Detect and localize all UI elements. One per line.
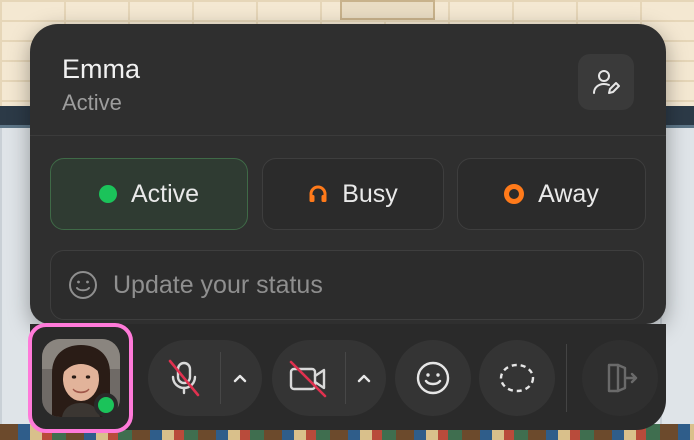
headphones-icon (309, 185, 327, 202)
dashed-circle-icon (499, 363, 535, 393)
edit-profile-button[interactable] (578, 54, 634, 110)
status-option-active[interactable]: Active (50, 158, 248, 230)
chevron-up-icon (233, 374, 247, 383)
green-dot-icon (98, 185, 117, 203)
status-input-placeholder: Update your status (113, 270, 323, 299)
camera-toggle-button[interactable] (282, 356, 334, 400)
chevron-up-icon (357, 374, 371, 383)
toolbar-divider (566, 344, 567, 412)
leave-button[interactable] (582, 340, 658, 416)
camera-off-icon (289, 360, 327, 398)
panel-header: Emma Active (30, 24, 666, 136)
status-option-busy[interactable]: Busy (262, 158, 444, 230)
screen-share-button[interactable] (479, 340, 555, 416)
status-options: Active Busy Away (50, 158, 646, 230)
orange-ring-icon (504, 184, 525, 204)
status-option-away[interactable]: Away (457, 158, 646, 230)
status-option-label: Busy (342, 179, 398, 208)
status-option-label: Away (538, 179, 599, 208)
microphone-toggle-button[interactable] (160, 356, 208, 400)
exit-door-icon (607, 363, 638, 393)
pill-separator (345, 352, 346, 404)
status-panel: Emma Active Active Busy Away Update your… (30, 24, 666, 324)
microphone-options-button[interactable] (226, 366, 254, 390)
status-option-label: Active (130, 179, 200, 208)
microphone-off-icon (168, 359, 200, 397)
update-status-input[interactable]: Update your status (50, 250, 644, 320)
pill-separator (220, 352, 221, 404)
smiley-icon (416, 361, 450, 395)
camera-options-button[interactable] (350, 366, 378, 390)
user-name: Emma (62, 54, 141, 84)
smiley-icon (69, 271, 97, 299)
avatar-status-dot (94, 393, 118, 417)
avatar-button[interactable] (28, 323, 133, 433)
edit-profile-icon (593, 70, 620, 94)
emoji-button[interactable] (395, 340, 471, 416)
user-status-text: Active (62, 90, 122, 115)
background-door (340, 0, 435, 20)
